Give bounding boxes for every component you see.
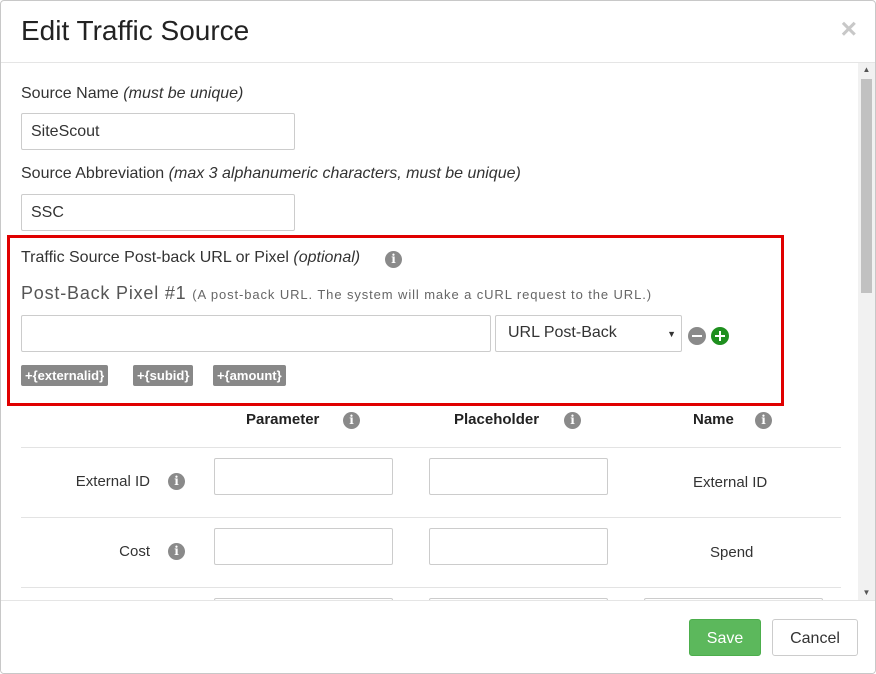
parameter-input[interactable] — [214, 528, 393, 565]
postback-type-select[interactable]: URL Post-Back ▼ — [495, 315, 682, 352]
postback-label-text: Traffic Source Post-back URL or Pixel — [21, 249, 289, 266]
placeholder-input[interactable] — [429, 528, 608, 565]
source-abbr-label: Source Abbreviation (max 3 alphanumeric … — [21, 165, 521, 183]
token-amount[interactable]: +{amount} — [213, 365, 286, 386]
info-icon[interactable]: i — [564, 412, 581, 429]
info-icon[interactable]: i — [755, 412, 772, 429]
source-abbr-label-text: Source Abbreviation — [21, 165, 165, 182]
scroll-thumb[interactable] — [861, 79, 872, 293]
modal-body: Source Name (must be unique) Source Abbr… — [1, 63, 859, 600]
header-placeholder: Placeholder — [454, 411, 540, 428]
postback-hint: (optional) — [293, 249, 361, 266]
source-name-input[interactable] — [21, 113, 295, 150]
source-abbr-input[interactable] — [21, 194, 295, 231]
info-icon[interactable]: i — [385, 251, 402, 268]
pixel-title: Post-Back Pixel #1 (A post-back URL. The… — [21, 283, 652, 304]
postback-type-selected: URL Post-Back — [508, 324, 617, 341]
row-label-external-id: External ID — [75, 473, 150, 490]
header-name: Name — [693, 411, 734, 428]
caret-down-icon: ▼ — [667, 329, 676, 339]
info-icon[interactable]: i — [168, 473, 185, 490]
placeholder-input[interactable] — [429, 458, 608, 495]
cancel-button[interactable]: Cancel — [772, 619, 858, 656]
token-externalid[interactable]: +{externalid} — [21, 365, 109, 386]
row-name-spend: Spend — [710, 544, 754, 561]
parameter-input[interactable] — [214, 458, 393, 495]
row-label-cost: Cost — [119, 543, 150, 560]
save-button[interactable]: Save — [689, 619, 761, 656]
info-icon[interactable]: i — [168, 543, 185, 560]
postback-url-input[interactable] — [21, 315, 491, 352]
divider — [21, 587, 841, 588]
source-name-label: Source Name (must be unique) — [21, 85, 243, 103]
modal-header: Edit Traffic Source × — [1, 1, 875, 63]
source-name-hint: (must be unique) — [123, 85, 244, 102]
postback-label: Traffic Source Post-back URL or Pixel (o… — [21, 249, 360, 267]
source-abbr-hint: (max 3 alphanumeric characters, must be … — [168, 165, 521, 182]
modal-title: Edit Traffic Source — [21, 15, 250, 46]
scroll-down-icon[interactable]: ▼ — [858, 586, 875, 600]
divider — [21, 517, 841, 518]
scrollbar[interactable]: ▲ ▼ — [858, 63, 875, 600]
row-name-external-id: External ID — [693, 474, 768, 491]
close-icon[interactable]: × — [841, 15, 857, 43]
pixel-description: (A post-back URL. The system will make a… — [192, 287, 652, 302]
divider — [21, 447, 841, 448]
info-icon[interactable]: i — [343, 412, 360, 429]
plus-circle-icon[interactable] — [711, 327, 729, 345]
source-name-label-text: Source Name — [21, 85, 119, 102]
pixel-title-text: Post-Back Pixel #1 — [21, 283, 187, 303]
scroll-up-icon[interactable]: ▲ — [858, 63, 875, 77]
edit-traffic-source-modal: Edit Traffic Source × Source Name (must … — [0, 0, 876, 674]
token-subid[interactable]: +{subid} — [133, 365, 194, 386]
minus-circle-icon[interactable] — [688, 327, 706, 345]
header-parameter: Parameter — [246, 411, 320, 428]
modal-footer: Save Cancel — [1, 600, 875, 673]
